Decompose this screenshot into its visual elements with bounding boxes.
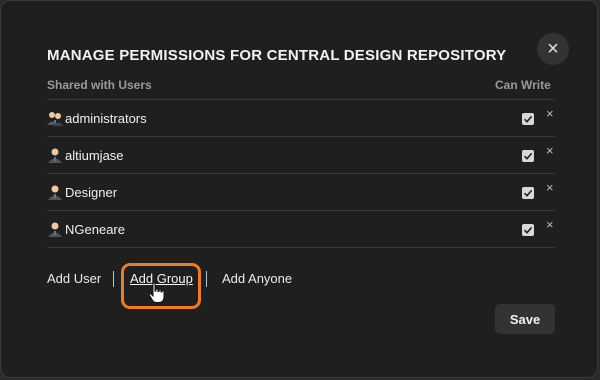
user-icon: [48, 148, 62, 163]
user-name: altiumjase: [65, 147, 124, 163]
add-anyone-link[interactable]: Add Anyone: [222, 271, 292, 286]
users-list: administrators × altiumjase × Designer ×…: [47, 99, 555, 248]
remove-icon[interactable]: ×: [546, 106, 554, 121]
remove-icon[interactable]: ×: [546, 217, 554, 232]
divider: [206, 271, 207, 287]
hand-cursor-icon: [148, 282, 165, 303]
can-write-checkbox[interactable]: [522, 113, 534, 125]
table-row: NGeneare ×: [47, 210, 555, 248]
save-button[interactable]: Save: [495, 304, 555, 334]
table-row: administrators ×: [47, 99, 555, 136]
shared-with-users-header: Shared with Users: [47, 78, 152, 92]
manage-permissions-dialog: × MANAGE PERMISSIONS FOR CENTRAL DESIGN …: [0, 0, 598, 378]
user-name: NGeneare: [65, 221, 125, 237]
divider: [113, 271, 114, 287]
table-row: altiumjase ×: [47, 136, 555, 173]
checkmark-icon: [523, 115, 533, 123]
user-icon: [48, 222, 62, 237]
remove-icon[interactable]: ×: [546, 143, 554, 158]
close-button[interactable]: ×: [537, 33, 569, 65]
checkmark-icon: [523, 152, 533, 160]
checkmark-icon: [523, 189, 533, 197]
remove-icon[interactable]: ×: [546, 180, 554, 195]
group-icon: [47, 112, 63, 126]
checkmark-icon: [523, 226, 533, 234]
user-icon: [48, 185, 62, 200]
add-user-link[interactable]: Add User: [47, 271, 101, 286]
can-write-checkbox[interactable]: [522, 150, 534, 162]
user-name: administrators: [65, 110, 147, 126]
can-write-checkbox[interactable]: [522, 187, 534, 199]
close-icon: ×: [547, 38, 559, 60]
user-name: Designer: [65, 184, 118, 200]
can-write-checkbox[interactable]: [522, 224, 534, 236]
dialog-title: MANAGE PERMISSIONS FOR CENTRAL DESIGN RE…: [47, 47, 507, 64]
can-write-header: Can Write: [495, 78, 551, 92]
table-row: Designer ×: [47, 173, 555, 210]
